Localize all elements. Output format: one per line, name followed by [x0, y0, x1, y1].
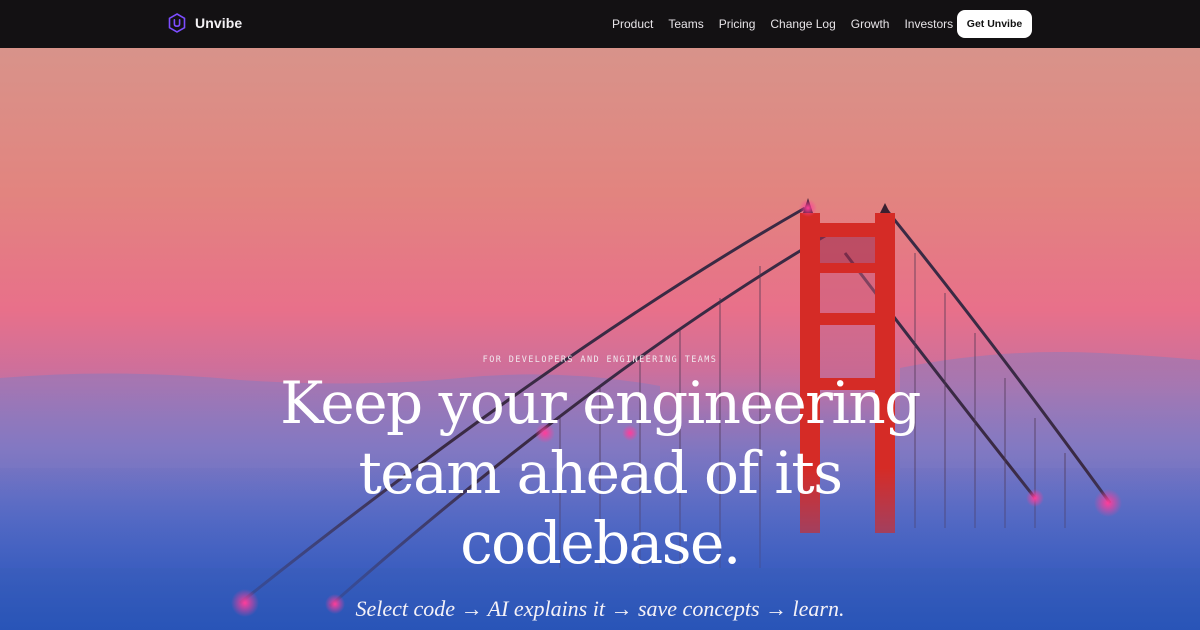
headline-line-2: team ahead of its [358, 439, 844, 507]
hexagon-u-logo-icon [168, 13, 186, 33]
hero-section: FOR DEVELOPERS AND ENGINEERING TEAMS Kee… [0, 48, 1200, 630]
top-nav: Unvibe Product Teams Pricing Change Log … [0, 0, 1200, 48]
nav-link-pricing[interactable]: Pricing [719, 15, 756, 33]
get-unvibe-button[interactable]: Get Unvibe [957, 10, 1032, 38]
headline-line-3: codebase. [460, 509, 741, 577]
hero-tagline: Select code → AI explains it → save conc… [355, 596, 845, 621]
headline-line-1: Keep your engineering [280, 369, 921, 437]
nav-link-investors[interactable]: Investors [904, 15, 953, 33]
hero-eyebrow: FOR DEVELOPERS AND ENGINEERING TEAMS [482, 355, 718, 365]
nav-links: Product Teams Pricing Change Log Growth … [612, 15, 953, 33]
brand-name: Unvibe [195, 15, 243, 31]
brand-home-link[interactable]: Unvibe [168, 12, 242, 34]
hero-content: FOR DEVELOPERS AND ENGINEERING TEAMS Kee… [0, 48, 1200, 630]
nav-link-teams[interactable]: Teams [668, 15, 703, 33]
hero-headline: Keep your engineering team ahead of its … [0, 368, 1200, 578]
nav-link-product[interactable]: Product [612, 15, 653, 33]
nav-link-change-log[interactable]: Change Log [770, 15, 835, 33]
nav-link-growth[interactable]: Growth [851, 15, 890, 33]
